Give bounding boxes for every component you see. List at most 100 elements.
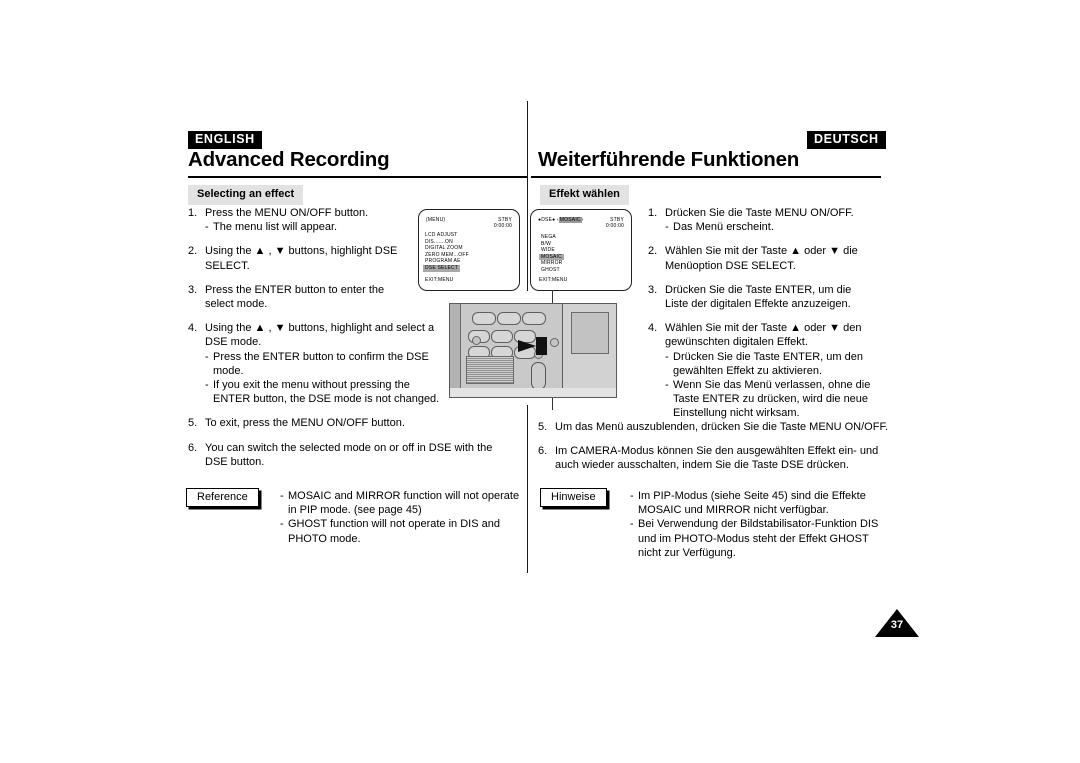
step-line: Wählen Sie mit der Taste ▲ oder ▼ den bbox=[665, 322, 862, 335]
step-line: auch wieder ausschalten, indem Sie die T… bbox=[555, 459, 849, 472]
lcd-screen-dse-list: ●DSE● ‹MOSAIC› STBY 0:00:00 NEGA B/W WIDE M… bbox=[530, 209, 632, 291]
bullet-dash-icon: - bbox=[280, 490, 284, 502]
step-number: 2. bbox=[188, 245, 198, 258]
instruction-list-deutsch: 1. Drücken Sie die Taste MENU ON/OFF. - Das… bbox=[648, 206, 904, 421]
bullet-dash-icon: - bbox=[280, 518, 284, 531]
reference-item: - GHOST function will not operate in DIS … bbox=[280, 517, 530, 545]
language-badge-deutsch: DEUTSCH bbox=[807, 131, 886, 149]
instruction-step: 1. Drücken Sie die Taste MENU ON/OFF. - Das… bbox=[648, 206, 904, 234]
title-rule-deutsch bbox=[531, 176, 881, 178]
step-body: Wählen Sie mit der Taste ▲ oder ▼ den gew… bbox=[665, 321, 904, 420]
step-line: Einstellung nicht wirksam. bbox=[673, 407, 800, 420]
step-line: You can switch the selected mode on or o… bbox=[205, 441, 493, 454]
instruction-step: 4. Wählen Sie mit der Taste ▲ oder ▼ den g… bbox=[648, 321, 904, 420]
instruction-step: 2. Wählen Sie mit der Taste ▲ oder ▼ die M… bbox=[648, 244, 904, 272]
lcd-menu-row: DSE SELECT bbox=[423, 264, 471, 272]
camcorder-dse-button bbox=[531, 362, 546, 390]
step-sub-text: Das Menü erscheint. bbox=[673, 220, 904, 234]
step-line: To exit, press the MENU ON/OFF button. bbox=[205, 417, 405, 430]
lcd-menu-row: B/W bbox=[539, 241, 564, 248]
step-body: Drücken Sie die Taste ENTER, um die Liste… bbox=[665, 283, 904, 311]
lcd1-status: STBY 0:00:00 bbox=[494, 217, 512, 230]
bullet-dash-icon: - bbox=[205, 379, 209, 392]
lcd-menu-item: B/W bbox=[541, 240, 552, 247]
reference-item-text: Bei Verwendung der Bildstabilisator-Funk… bbox=[638, 517, 920, 560]
step-line: Um das Menü auszublenden, drücken Sie di… bbox=[555, 421, 889, 433]
lcd-menu-row: PROGRAM AE bbox=[423, 258, 471, 265]
reference-list-deutsch: - Im PIP-Modus (siehe Seite 45) sind die … bbox=[630, 489, 920, 560]
camcorder-button-5 bbox=[491, 330, 513, 343]
lcd-menu-row: WIDE bbox=[539, 247, 564, 254]
lcd1-timecode: 0:00:00 bbox=[493, 223, 512, 230]
camcorder-button-3 bbox=[522, 312, 546, 325]
lcd-menu-item: LCD ADJUST bbox=[425, 232, 458, 238]
step-number: 2. bbox=[648, 245, 658, 258]
pointer-arrow-block-icon bbox=[536, 337, 547, 355]
step-number: 6. bbox=[538, 445, 548, 458]
step-number: 3. bbox=[188, 283, 198, 296]
camcorder-speaker-grill bbox=[466, 356, 514, 384]
page-number: 37 bbox=[890, 619, 904, 631]
lcd-menu-item: MIRROR bbox=[541, 260, 563, 267]
camcorder-indicator-dot bbox=[472, 336, 481, 345]
reference-item: - Bei Verwendung der Bildstabilisator-Fun… bbox=[630, 517, 920, 560]
lcd2-status: STBY 0:00:00 bbox=[606, 217, 624, 230]
reference-list-english: - MOSAIC and MIRROR function will not ope… bbox=[280, 489, 530, 546]
lcd-menu-row: NEGA bbox=[539, 234, 564, 241]
column-divider-top bbox=[527, 101, 528, 291]
reference-label-deutsch: Hinweise bbox=[540, 488, 607, 507]
camcorder-button-1 bbox=[472, 312, 496, 325]
step-number: 6. bbox=[188, 441, 198, 454]
step-body: Im CAMERA-Modus können Sie den ausgewähl… bbox=[555, 444, 938, 472]
lcd-menu-row: DIS.......ON bbox=[423, 239, 471, 246]
instruction-step: 6. Im CAMERA-Modus können Sie den ausgewä… bbox=[538, 444, 938, 472]
camcorder-illustration bbox=[449, 303, 617, 398]
step-sub-text: Drücken Sie die Taste ENTER, um den gewäh… bbox=[673, 350, 904, 378]
reference-line: nicht zur Verfügung. bbox=[638, 546, 736, 559]
step-number: 4. bbox=[648, 322, 658, 335]
step-sub-item: - Wenn Sie das Menü verlassen, ohne die Ta… bbox=[665, 378, 904, 421]
lcd-menu-item: PROGRAM AE bbox=[425, 258, 461, 265]
bullet-dash-icon: - bbox=[665, 379, 669, 392]
step-body: You can switch the selected mode on or o… bbox=[205, 441, 523, 469]
lcd-menu-row: LCD ADJUST bbox=[423, 232, 471, 239]
reference-line: PHOTO mode. bbox=[288, 532, 361, 545]
reference-item: - MOSAIC and MIRROR function will not ope… bbox=[280, 489, 530, 517]
lcd2-selected-effect: MOSAIC bbox=[558, 217, 582, 223]
bullet-dash-icon: - bbox=[630, 490, 634, 502]
lcd2-timecode: 0:00:00 bbox=[605, 223, 624, 230]
step-number: 5. bbox=[188, 417, 198, 430]
lcd1-mode-label: (MENU) bbox=[426, 217, 446, 223]
section-heading-english: Selecting an effect bbox=[188, 185, 304, 205]
lcd-menu-item: ZERO MEM...OFF bbox=[425, 251, 469, 258]
step-body: To exit, press the MENU ON/OFF button. bbox=[205, 416, 523, 430]
reference-line: Im PIP-Modus (siehe Seite 45) sind die E… bbox=[638, 490, 866, 502]
lcd-menu-row: MIRROR bbox=[539, 260, 564, 267]
bullet-dash-icon: - bbox=[665, 350, 669, 363]
step-body: Drücken Sie die Taste MENU ON/OFF. - Das M… bbox=[665, 206, 904, 234]
reference-line: in PIP mode. (see page 45) bbox=[288, 504, 422, 517]
reference-line: und im PHOTO-Modus steht der Effekt GHOS… bbox=[638, 532, 869, 545]
step-sub-text: Wenn Sie das Menü verlassen, ohne die Tas… bbox=[673, 378, 904, 421]
camcorder-right-block bbox=[562, 304, 616, 397]
lcd-menu-item: DIGITAL ZOOM bbox=[425, 245, 463, 252]
lcd-menu-row: GHOST bbox=[539, 267, 564, 274]
camcorder-button-2 bbox=[497, 312, 521, 325]
manual-page: ENGLISH Advanced Recording Selecting an … bbox=[0, 0, 1080, 763]
section-heading-deutsch: Effekt wählen bbox=[540, 185, 629, 205]
language-badge-english: ENGLISH bbox=[188, 131, 262, 149]
step-line: Taste ENTER zu drücken, wird die neue bbox=[673, 393, 869, 406]
step-body: Wählen Sie mit der Taste ▲ oder ▼ die Men… bbox=[665, 244, 904, 272]
lcd-menu-row: DIGITAL ZOOM bbox=[423, 245, 471, 252]
instruction-step: 5. Um das Menü auszublenden, drücken Sie … bbox=[538, 420, 938, 434]
lcd-menu-row: MOSAIC bbox=[539, 253, 564, 261]
lcd-menu-item-selected: DSE SELECT bbox=[423, 264, 461, 272]
reference-line: MOSAIC und MIRROR nicht verfügbar. bbox=[638, 504, 829, 517]
reference-item-text: GHOST function will not operate in DIS a… bbox=[288, 517, 530, 545]
reference-item: - Im PIP-Modus (siehe Seite 45) sind die … bbox=[630, 489, 920, 517]
lcd2-exit-hint: EXIT:MENU bbox=[539, 276, 568, 283]
step-number: 3. bbox=[648, 283, 658, 296]
lcd2-arrow-right-icon: › bbox=[581, 217, 584, 223]
reference-line: MOSAIC and MIRROR function will not oper… bbox=[288, 490, 520, 502]
step-body: Um das Menü auszublenden, drücken Sie di… bbox=[555, 420, 938, 434]
